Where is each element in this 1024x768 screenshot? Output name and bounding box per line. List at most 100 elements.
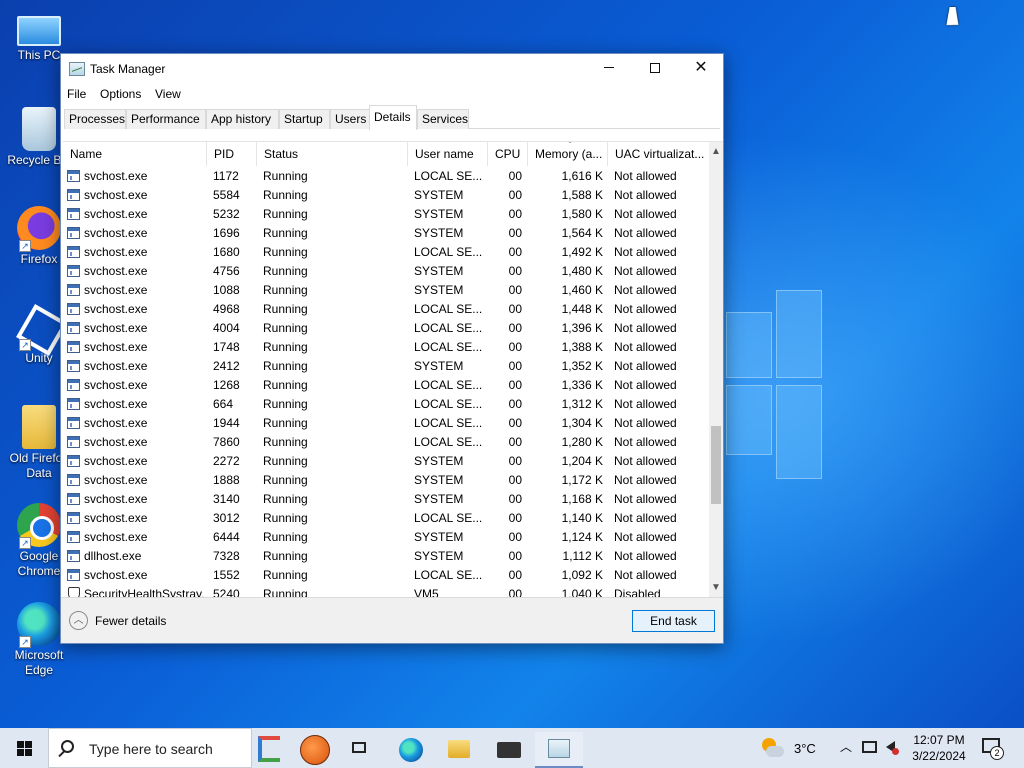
table-row[interactable]: svchost.exe 5584 Running SYSTEM 00 1,588 K Not… xyxy=(63,186,707,205)
cell-memory: 1,204 K xyxy=(561,454,603,468)
cell-status: Running xyxy=(263,549,308,563)
table-row[interactable]: svchost.exe 1172 Running LOCAL SE... 00 1,616… xyxy=(63,167,707,186)
tab-processes[interactable]: Processes xyxy=(64,109,126,129)
menu-view[interactable]: View xyxy=(155,87,181,101)
cell-status: Running xyxy=(263,511,308,525)
taskbar-widget[interactable] xyxy=(256,732,338,768)
cell-uac-virtualization: Not allowed xyxy=(614,435,677,449)
chevron-up-icon: ︿ xyxy=(69,611,88,630)
task-view-button[interactable] xyxy=(338,732,382,768)
cell-uac-virtualization: Not allowed xyxy=(614,169,677,183)
process-name: svchost.exe xyxy=(84,207,148,221)
table-body: svchost.exe 1172 Running LOCAL SE... 00 1,616… xyxy=(63,167,707,597)
search-placeholder: Type here to search xyxy=(89,741,213,757)
table-row[interactable]: svchost.exe 1680 Running LOCAL SE... 00 1,492… xyxy=(63,243,707,262)
table-row[interactable]: svchost.exe 4968 Running LOCAL SE... 00 1,448… xyxy=(63,300,707,319)
table-row[interactable]: dllhost.exe 7328 Running SYSTEM 00 1,112 K Not… xyxy=(63,547,707,566)
table-row[interactable]: SecurityHealthSystray.exe 5240 Running VM5 0… xyxy=(63,585,707,597)
clock-time: 12:07 PM xyxy=(913,733,965,747)
cell-user-name: LOCAL SE... xyxy=(414,245,483,259)
tab-performance[interactable]: Performance xyxy=(126,109,206,129)
tab-services[interactable]: Services xyxy=(417,109,469,129)
cell-name: svchost.exe xyxy=(67,414,205,433)
table-row[interactable]: svchost.exe 4004 Running LOCAL SE... 00 1,396… xyxy=(63,319,707,338)
cell-uac-virtualization: Not allowed xyxy=(614,454,677,468)
minimize-button[interactable] xyxy=(586,54,632,84)
cell-name: svchost.exe xyxy=(67,224,205,243)
cell-memory: 1,448 K xyxy=(561,302,603,316)
maximize-button[interactable] xyxy=(632,54,678,84)
cell-pid: 1888 xyxy=(213,473,240,487)
volume-muted-icon[interactable] xyxy=(886,741,899,755)
cell-name: SecurityHealthSystray.exe xyxy=(67,585,205,597)
vertical-scrollbar[interactable]: ▲ ▼ xyxy=(709,142,723,597)
cell-name: svchost.exe xyxy=(67,509,205,528)
table-row[interactable]: svchost.exe 6444 Running SYSTEM 00 1,124 K Not… xyxy=(63,528,707,547)
title-bar[interactable]: Task Manager ✕ xyxy=(61,54,723,84)
column-header-cpu[interactable]: CPU xyxy=(488,142,528,166)
menu-options[interactable]: Options xyxy=(100,87,141,101)
network-icon[interactable] xyxy=(862,741,877,753)
cell-status: Running xyxy=(263,397,308,411)
tab-app-history[interactable]: App history xyxy=(206,109,279,129)
tab-details[interactable]: Details xyxy=(369,105,417,130)
end-task-button[interactable]: End task xyxy=(632,610,715,632)
process-icon xyxy=(67,436,80,448)
notification-center-button[interactable]: 2 xyxy=(982,738,1004,760)
table-row[interactable]: svchost.exe 5232 Running SYSTEM 00 1,580 K Not… xyxy=(63,205,707,224)
table-row[interactable]: svchost.exe 2412 Running SYSTEM 00 1,352 K Not… xyxy=(63,357,707,376)
table-row[interactable]: svchost.exe 664 Running LOCAL SE... 00 1,312 … xyxy=(63,395,707,414)
table-row[interactable]: svchost.exe 1552 Running LOCAL SE... 00 1,092… xyxy=(63,566,707,585)
fewer-details-label: Fewer details xyxy=(95,614,167,628)
tab-startup[interactable]: Startup xyxy=(279,109,330,129)
column-header-pid[interactable]: PID xyxy=(207,142,257,166)
column-header-status[interactable]: Status xyxy=(257,142,408,166)
table-row[interactable]: svchost.exe 4756 Running SYSTEM 00 1,480 K Not… xyxy=(63,262,707,281)
table-row[interactable]: svchost.exe 1088 Running SYSTEM 00 1,460 K Not… xyxy=(63,281,707,300)
table-row[interactable]: svchost.exe 3012 Running LOCAL SE... 00 1,140… xyxy=(63,509,707,528)
cell-uac-virtualization: Disabled xyxy=(614,587,661,597)
table-row[interactable]: svchost.exe 1268 Running LOCAL SE... 00 1,336… xyxy=(63,376,707,395)
taskbar-mail[interactable] xyxy=(486,732,530,768)
process-name: svchost.exe xyxy=(84,359,148,373)
table-row[interactable]: svchost.exe 1696 Running SYSTEM 00 1,564 K Not… xyxy=(63,224,707,243)
process-icon xyxy=(67,284,80,296)
scroll-down-icon[interactable]: ▼ xyxy=(709,580,723,596)
column-header-name[interactable]: Name xyxy=(63,142,207,166)
taskbar-search-box[interactable]: Type here to search xyxy=(48,728,252,768)
menu-file[interactable]: File xyxy=(67,87,86,101)
footer-bar: ︿ Fewer details End task xyxy=(61,597,723,643)
cell-pid: 6444 xyxy=(213,530,240,544)
cell-name: svchost.exe xyxy=(67,376,205,395)
scroll-up-icon[interactable]: ▲ xyxy=(709,144,723,160)
taskbar-clock[interactable]: 12:07 PM 3/22/2024 xyxy=(906,732,972,764)
shortcut-arrow-icon: ↗ xyxy=(19,240,31,252)
cell-pid: 1268 xyxy=(213,378,240,392)
taskbar-edge[interactable] xyxy=(389,732,433,768)
cell-uac-virtualization: Not allowed xyxy=(614,245,677,259)
cell-status: Running xyxy=(263,283,308,297)
column-header-user-name[interactable]: User name xyxy=(408,142,488,166)
cell-cpu: 00 xyxy=(508,283,522,297)
table-row[interactable]: svchost.exe 7860 Running LOCAL SE... 00 1,280… xyxy=(63,433,707,452)
cell-status: Running xyxy=(263,188,308,202)
process-name: SecurityHealthSystray.exe xyxy=(84,587,205,597)
table-row[interactable]: svchost.exe 1748 Running LOCAL SE... 00 1,388… xyxy=(63,338,707,357)
table-row[interactable]: svchost.exe 3140 Running SYSTEM 00 1,168 K Not… xyxy=(63,490,707,509)
table-row[interactable]: svchost.exe 1944 Running LOCAL SE... 00 1,304… xyxy=(63,414,707,433)
cell-pid: 5232 xyxy=(213,207,240,221)
taskbar-task-manager[interactable] xyxy=(535,732,583,768)
close-button[interactable]: ✕ xyxy=(678,54,724,84)
tab-users[interactable]: Users xyxy=(330,109,370,129)
cell-user-name: SYSTEM xyxy=(414,188,464,202)
cell-name: svchost.exe xyxy=(67,243,205,262)
start-button[interactable] xyxy=(0,728,48,768)
cell-name: svchost.exe xyxy=(67,490,205,509)
show-hidden-icons-chevron-icon[interactable]: ︿ xyxy=(840,738,852,755)
cell-pid: 2272 xyxy=(213,454,240,468)
table-row[interactable]: svchost.exe 2272 Running SYSTEM 00 1,204 K Not… xyxy=(63,452,707,471)
taskbar-file-explorer[interactable] xyxy=(437,732,481,768)
column-header-uac-virtualization[interactable]: UAC virtualizat... xyxy=(608,142,707,166)
scrollbar-thumb[interactable] xyxy=(711,426,721,504)
table-row[interactable]: svchost.exe 1888 Running SYSTEM 00 1,172 K Not… xyxy=(63,471,707,490)
